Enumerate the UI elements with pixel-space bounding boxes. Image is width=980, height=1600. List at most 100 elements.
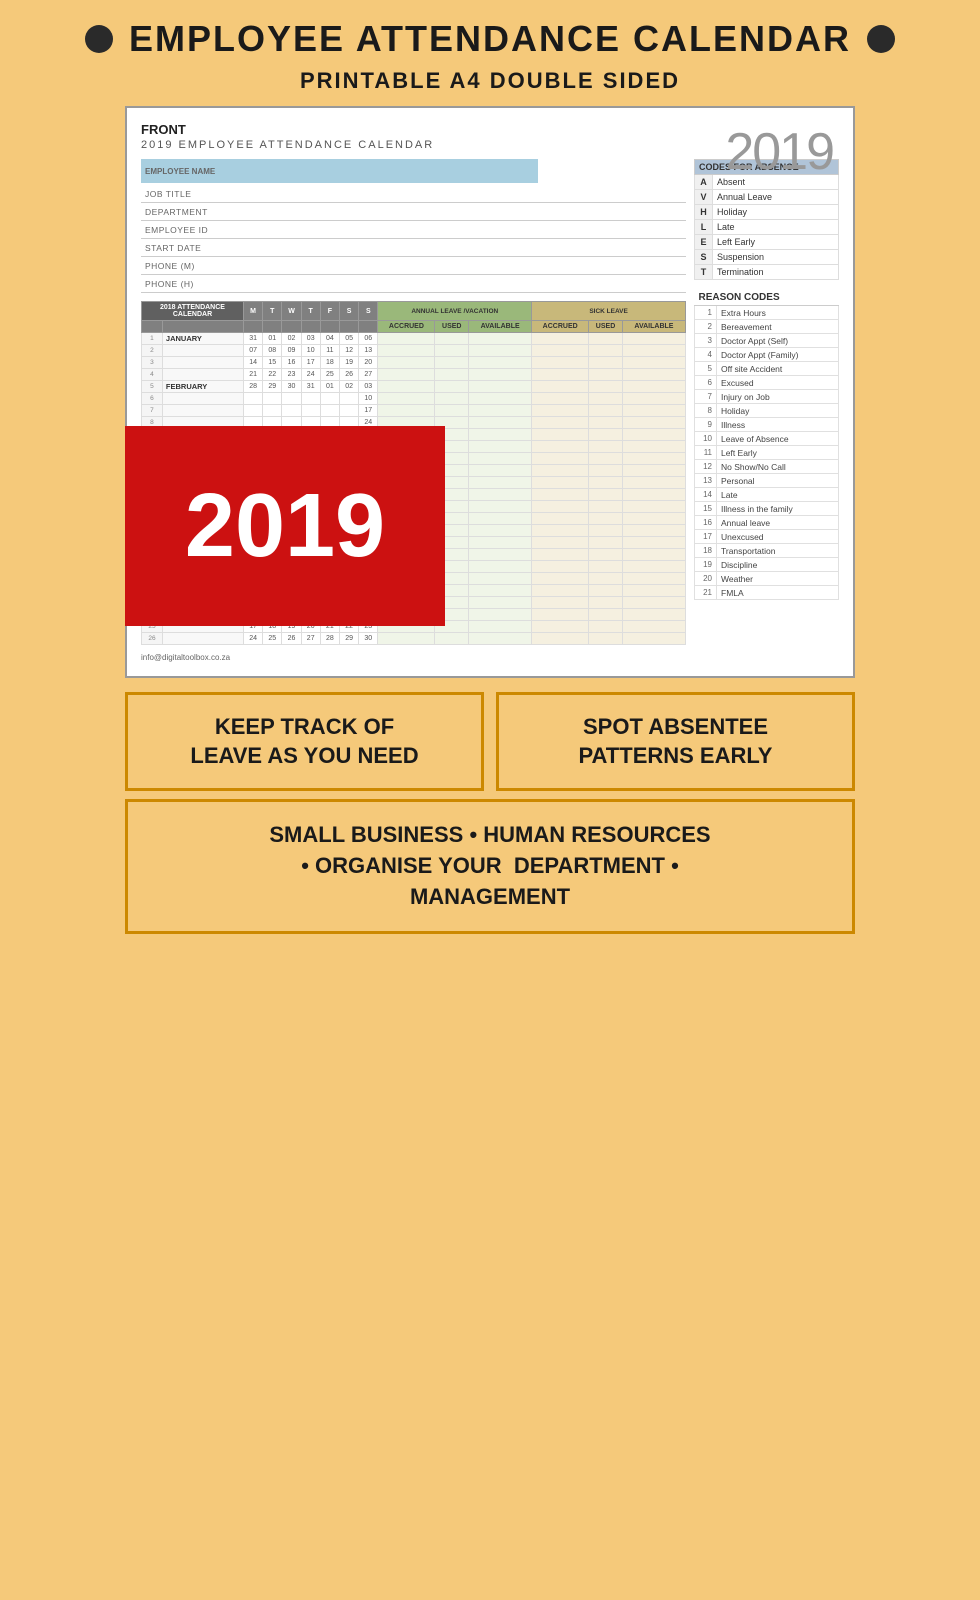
cal-sick-accrued-val [532, 621, 589, 633]
cal-sick-avail-val [622, 441, 685, 453]
cal-accrued-val [378, 369, 435, 381]
cal-sick-accrued-val [532, 465, 589, 477]
cal-avail-val [469, 489, 532, 501]
cal-row: 2624252627282930 [142, 633, 686, 645]
reason-label: Weather [717, 572, 839, 586]
cal-avail-val [469, 417, 532, 429]
cal-date-cell: 24 [301, 369, 320, 381]
cal-date-cell: 13 [359, 345, 378, 357]
cal-date-cell: 05 [340, 333, 359, 345]
page-title: EMPLOYEE ATTENDANCE CALENDAR [129, 18, 851, 60]
cal-sick-used-val [589, 429, 623, 441]
cal-sick-accrued-val [532, 573, 589, 585]
cal-avail-val [469, 345, 532, 357]
cal-date-cell: 04 [320, 333, 339, 345]
reason-row: 21FMLA [695, 586, 839, 600]
reason-label: Leave of Absence [717, 432, 839, 446]
reason-row: 15Illness in the family [695, 502, 839, 516]
cal-sick-used-val [589, 573, 623, 585]
feature-box-1-text: KEEP TRACK OFLEAVE AS YOU NEED [140, 713, 469, 770]
cal-annual-leave-header: ANNUAL LEAVE /VACATION [378, 302, 532, 321]
cal-sick-accrued-val [532, 633, 589, 645]
cal-day-m: M [243, 302, 262, 321]
cal-avail-lv: AVAILABLE [469, 321, 532, 333]
info-rows: JOB TITLE DEPARTMENT EMPLOYEE ID START D… [141, 185, 686, 293]
cal-avail-val [469, 405, 532, 417]
cal-date-cell: 03 [359, 381, 378, 393]
cal-avail-val [469, 393, 532, 405]
cal-sick-accrued-val [532, 357, 589, 369]
reason-row: 20Weather [695, 572, 839, 586]
cal-date-cell: 21 [243, 369, 262, 381]
cal-row: 421222324252627 [142, 369, 686, 381]
cal-row: 314151617181920 [142, 357, 686, 369]
cal-sick-used-val [589, 441, 623, 453]
reason-label: No Show/No Call [717, 460, 839, 474]
code-letter: S [695, 250, 713, 265]
cal-date-cell: 01 [320, 381, 339, 393]
cal-accrued-val [378, 345, 435, 357]
cal-sick-used-val [589, 465, 623, 477]
reason-num: 4 [695, 348, 717, 362]
code-row: SSuspension [695, 250, 839, 265]
reason-row: 19Discipline [695, 558, 839, 572]
cal-date-cell: 10 [359, 393, 378, 405]
cal-main-header: 2018 ATTENDANCECALENDAR [142, 302, 244, 321]
cal-avail-val [469, 525, 532, 537]
info-row-phonem: PHONE (M) [141, 257, 686, 275]
cal-sick-avail-val [622, 537, 685, 549]
cal-sick-accrued-val [532, 561, 589, 573]
cal-date-cell [320, 393, 339, 405]
cal-date-cell: 29 [340, 633, 359, 645]
reason-row: 3Doctor Appt (Self) [695, 334, 839, 348]
cal-sick-accrued-val [532, 381, 589, 393]
cal-sick-avail-val [622, 573, 685, 585]
reason-row: 14Late [695, 488, 839, 502]
cal-avail-val [469, 549, 532, 561]
cal-date-cell: 28 [243, 381, 262, 393]
cal-avail-val [469, 453, 532, 465]
code-desc: Late [713, 220, 839, 235]
feature-box-1: KEEP TRACK OFLEAVE AS YOU NEED [125, 692, 484, 791]
reason-label: Illness [717, 418, 839, 432]
cal-sick-avail-val [622, 609, 685, 621]
cal-date-cell: 17 [301, 357, 320, 369]
cal-sick-used-val [589, 609, 623, 621]
footer-email: info@digitaltoolbox.co.za [141, 653, 686, 662]
overlay-year: 2019 [185, 475, 385, 578]
cal-sick-avail-val [622, 513, 685, 525]
reason-row: 11Left Early [695, 446, 839, 460]
cal-used-lv: USED [435, 321, 469, 333]
cal-row: 5FEBRUARY28293031010203 [142, 381, 686, 393]
info-row-startdate: START DATE [141, 239, 686, 257]
cal-day-s1: S [340, 302, 359, 321]
cal-date-cell: 02 [282, 333, 301, 345]
cal-accrued-val [378, 633, 435, 645]
cal-date-cell [301, 393, 320, 405]
cal-date-cell: 23 [282, 369, 301, 381]
cal-month-cell [162, 345, 243, 357]
cal-used-val [435, 381, 469, 393]
cal-date-cell [282, 405, 301, 417]
cal-date-cell [320, 405, 339, 417]
cal-sick-used-val [589, 537, 623, 549]
cal-sick-accrued-val [532, 453, 589, 465]
cal-sick-used-val [589, 549, 623, 561]
cal-date-cell: 30 [282, 381, 301, 393]
code-letter: V [695, 190, 713, 205]
cal-date-cell: 09 [282, 345, 301, 357]
cal-sick-accrued-val [532, 369, 589, 381]
cal-week-num: 26 [142, 633, 163, 645]
reason-row: 8Holiday [695, 404, 839, 418]
cal-date-cell: 12 [340, 345, 359, 357]
cal-avail-val [469, 429, 532, 441]
reason-row: 1Extra Hours [695, 306, 839, 320]
cal-col-t1 [263, 321, 282, 333]
cal-week-num: 1 [142, 333, 163, 345]
cal-sick-avail-val [622, 405, 685, 417]
cal-row: 610 [142, 393, 686, 405]
reason-num: 13 [695, 474, 717, 488]
cal-used-val [435, 393, 469, 405]
reason-label: Doctor Appt (Family) [717, 348, 839, 362]
cal-date-cell: 16 [282, 357, 301, 369]
